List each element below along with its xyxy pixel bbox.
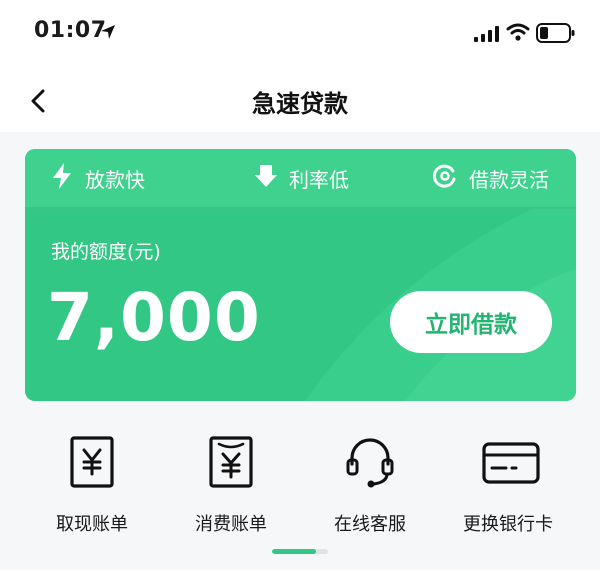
- nav-bar: 急速贷款: [0, 70, 600, 132]
- borrow-now-button[interactable]: 立即借款: [390, 291, 552, 353]
- headset-icon: [344, 434, 396, 490]
- page-title: 急速贷款: [252, 90, 348, 118]
- shortcut-label: 取现账单: [56, 514, 128, 535]
- loan-card: 放款快 利率低 借款灵活 我的额度(元) 7,000 立即借款: [25, 149, 576, 401]
- wifi-icon: [506, 22, 530, 46]
- quota-label: 我的额度(元): [51, 241, 161, 263]
- location-arrow-icon: [100, 24, 116, 44]
- shortcut-consumption-bill[interactable]: 消费账单: [161, 428, 301, 538]
- shortcut-label: 在线客服: [334, 514, 406, 535]
- refresh-circle-icon: [432, 164, 469, 193]
- shortcut-cash-bill[interactable]: 取现账单: [22, 428, 162, 538]
- bank-card-icon: [482, 434, 540, 490]
- signal-icon: [474, 26, 500, 46]
- battery-icon: [536, 22, 576, 48]
- feature-strip: 放款快 利率低 借款灵活: [25, 149, 576, 209]
- feature-label: 利率低: [289, 167, 349, 192]
- status-bar: 01:07: [0, 0, 600, 70]
- lightning-icon: [51, 162, 85, 195]
- yen-receipt-icon: [66, 434, 118, 490]
- feature-label: 借款灵活: [469, 167, 549, 192]
- page-indicator-fill: [272, 549, 316, 554]
- shortcut-label: 更换银行卡: [463, 514, 553, 535]
- feature-label: 放款快: [85, 167, 145, 192]
- yen-bill-icon: [205, 434, 257, 490]
- feature-fast: 放款快: [51, 162, 145, 195]
- shortcut-online-support[interactable]: 在线客服: [300, 428, 440, 538]
- page-indicator: [272, 549, 328, 554]
- feature-low-rate: 利率低: [255, 163, 349, 193]
- shortcut-change-bank-card[interactable]: 更换银行卡: [438, 428, 578, 538]
- status-time: 01:07: [34, 18, 107, 43]
- feature-flexible: 借款灵活: [432, 163, 549, 193]
- down-arrow-icon: [255, 164, 289, 193]
- quota-amount: 7,000: [47, 279, 261, 356]
- shortcut-label: 消费账单: [195, 514, 267, 535]
